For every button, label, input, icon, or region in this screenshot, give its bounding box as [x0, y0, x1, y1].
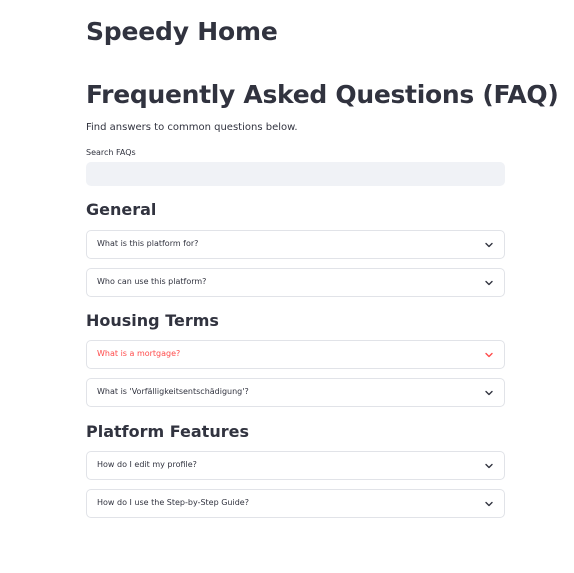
section-heading-general: General: [86, 200, 157, 219]
faq-question: What is a mortgage?: [97, 349, 181, 358]
faq-item-edit-profile[interactable]: How do I edit my profile?: [86, 451, 505, 480]
faq-item-step-by-step-guide[interactable]: How do I use the Step-by-Step Guide?: [86, 489, 505, 518]
page-subtitle: Find answers to common questions below.: [86, 122, 298, 133]
chevron-down-icon: [484, 461, 494, 471]
faq-item-who-can-use[interactable]: Who can use this platform?: [86, 268, 505, 297]
section-heading-platform-features: Platform Features: [86, 422, 249, 441]
page-title: Frequently Asked Questions (FAQ): [86, 80, 559, 109]
chevron-down-icon: [484, 350, 494, 360]
chevron-down-icon: [484, 278, 494, 288]
faq-question: What is 'Vorfälligkeitsentschädigung'?: [97, 387, 249, 396]
search-input[interactable]: [86, 162, 505, 186]
faq-question: How do I use the Step-by-Step Guide?: [97, 498, 249, 507]
faq-page: Speedy Home Frequently Asked Questions (…: [0, 0, 574, 573]
faq-item-prepayment-penalty[interactable]: What is 'Vorfälligkeitsentschädigung'?: [86, 378, 505, 407]
faq-item-mortgage[interactable]: What is a mortgage?: [86, 340, 505, 369]
search-label: Search FAQs: [86, 148, 136, 157]
chevron-down-icon: [484, 499, 494, 509]
faq-question: How do I edit my profile?: [97, 460, 197, 469]
chevron-down-icon: [484, 388, 494, 398]
chevron-down-icon: [484, 240, 494, 250]
faq-question: What is this platform for?: [97, 239, 199, 248]
app-title: Speedy Home: [86, 17, 278, 46]
faq-question: Who can use this platform?: [97, 277, 207, 286]
faq-item-platform-purpose[interactable]: What is this platform for?: [86, 230, 505, 259]
section-heading-housing-terms: Housing Terms: [86, 311, 219, 330]
